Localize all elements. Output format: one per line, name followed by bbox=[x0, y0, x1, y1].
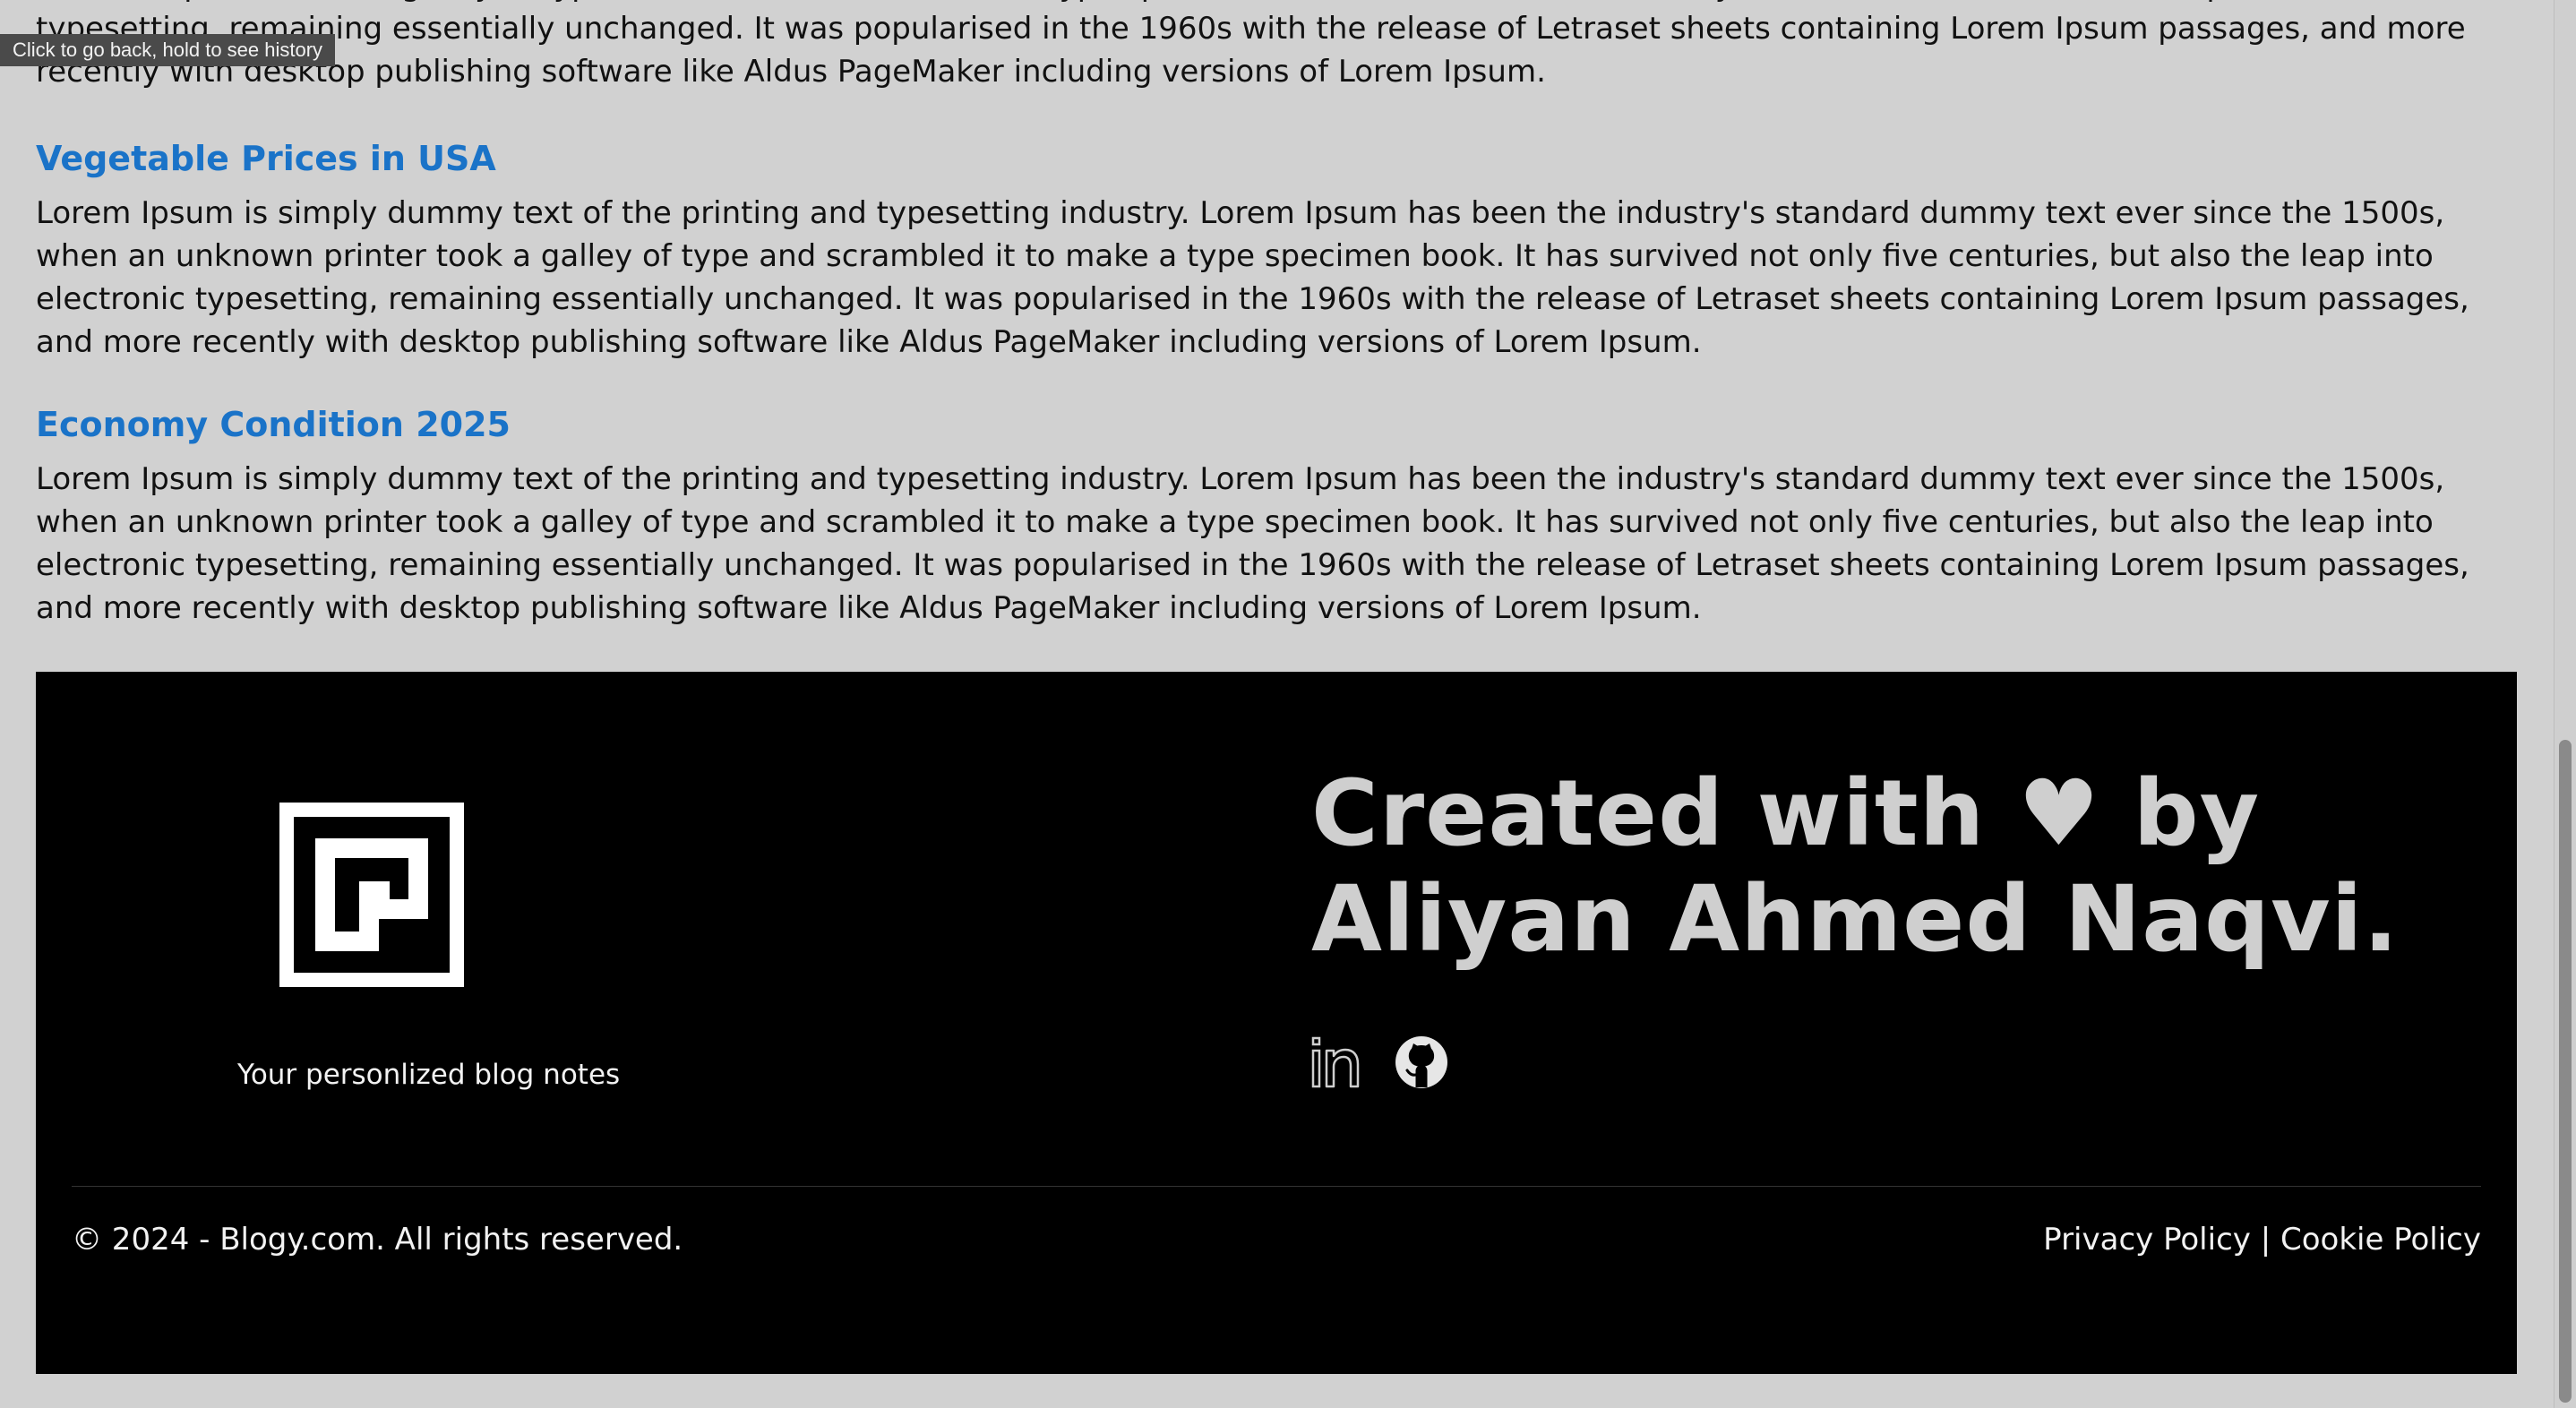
scrollbar-thumb[interactable] bbox=[2559, 740, 2572, 1403]
credit-line-2: Aliyan Ahmed Naqvi. bbox=[1311, 866, 2400, 973]
cookie-policy-link[interactable]: Cookie Policy bbox=[2280, 1222, 2481, 1258]
article-title[interactable]: Economy Condition 2025 bbox=[36, 402, 2508, 447]
legal-links: Privacy Policy | Cookie Policy bbox=[2043, 1220, 2481, 1259]
footer-credit: Created with ♥ by Aliyan Ahmed Naqvi. bbox=[1311, 761, 2399, 973]
credit-line-1: Created with ♥ by bbox=[1311, 760, 2261, 867]
footer-tagline: Your personlized blog notes bbox=[237, 1059, 621, 1091]
legal-separator: | bbox=[2260, 1222, 2271, 1258]
article-title[interactable]: Vegetable Prices in USA bbox=[36, 136, 2508, 181]
article-economy-condition: Economy Condition 2025 Lorem Ipsum is si… bbox=[36, 402, 2508, 630]
back-button-tooltip: Click to go back, hold to see history bbox=[0, 34, 336, 66]
site-logo-icon bbox=[279, 803, 464, 987]
footer-divider bbox=[72, 1186, 2481, 1187]
article-body: Lorem Ipsum is simply dummy text of the … bbox=[36, 195, 2469, 360]
linkedin-icon[interactable] bbox=[1311, 1035, 1367, 1090]
privacy-policy-link[interactable]: Privacy Policy bbox=[2043, 1222, 2251, 1258]
site-footer: Your personlized blog notes Created with… bbox=[36, 672, 2517, 1374]
copyright-text: © 2024 - Blogy.com. All rights reserved. bbox=[72, 1222, 683, 1258]
article-body-partial: unknown printer took a galley of type an… bbox=[36, 0, 2466, 90]
page-scrollbar[interactable] bbox=[2554, 0, 2576, 1408]
social-links bbox=[1311, 1035, 1449, 1090]
github-icon[interactable] bbox=[1394, 1035, 1449, 1090]
article-body: Lorem Ipsum is simply dummy text of the … bbox=[36, 461, 2469, 626]
article-vegetable-prices: Vegetable Prices in USA Lorem Ipsum is s… bbox=[36, 136, 2508, 364]
